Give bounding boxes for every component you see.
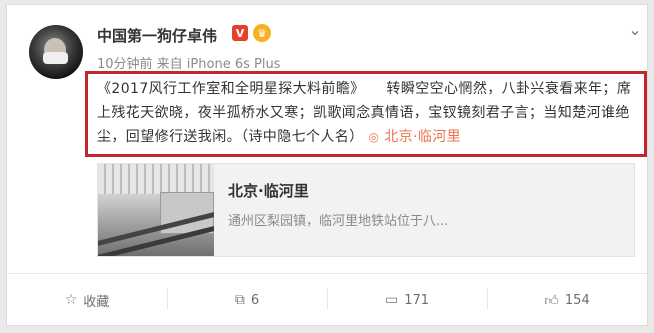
author-name[interactable]: 中国第一狗仔卓伟 [97, 25, 217, 46]
favorite-button[interactable]: ☆ 收藏 [7, 274, 167, 326]
link-card-title: 北京·临河里 [228, 182, 309, 200]
verified-badge-icon: V [232, 25, 248, 41]
favorite-label: 收藏 [83, 294, 110, 310]
post-text: 《2017风行工作室和全明星探大料前瞻》 转瞬空空心惘然，八卦兴衰看来年；席上残… [97, 77, 633, 149]
post-content: 《2017风行工作室和全明星探大料前瞻》 转瞬空空心惘然，八卦兴衰看来年；席上残… [97, 81, 632, 145]
location-link-card[interactable]: 北京·临河里 通州区梨园镇，临河里地铁站位于八... [97, 163, 635, 257]
location-thumbnail [98, 164, 214, 256]
thumbnail-roof [98, 164, 214, 194]
thumbs-up-icon: 👍︎ [544, 292, 559, 309]
chevron-down-icon[interactable]: ⌄ [625, 19, 645, 39]
location-pin-icon: ◎ [368, 130, 380, 144]
crown-badge-icon: ♛ [253, 24, 271, 42]
post-meta: 10分钟前 来自 iPhone 6s Plus [97, 57, 281, 72]
link-card-description: 通州区梨园镇，临河里地铁站位于八... [228, 214, 449, 229]
repost-count: 6 [250, 292, 260, 308]
repost-icon: ⧉ [234, 292, 245, 308]
location-link[interactable]: ◎ 北京·临河里 [368, 129, 461, 145]
avatar-mask [43, 52, 68, 64]
comment-count: 171 [404, 292, 430, 308]
avatar[interactable] [29, 25, 83, 79]
like-button[interactable]: 👍︎ 154 [487, 274, 647, 326]
weibo-post-card: 中国第一狗仔卓伟 V ♛ 10分钟前 来自 iPhone 6s Plus ⌄ 《… [6, 4, 648, 326]
action-bar: ☆ 收藏 ⧉ 6 ▭ 171 👍︎ 154 [7, 273, 647, 326]
comment-icon: ▭ [384, 292, 399, 308]
repost-button[interactable]: ⧉ 6 [167, 274, 327, 326]
location-label: 北京·临河里 [384, 129, 462, 145]
comment-button[interactable]: ▭ 171 [327, 274, 487, 326]
star-icon: ☆ [64, 292, 78, 308]
like-count: 154 [564, 292, 590, 308]
